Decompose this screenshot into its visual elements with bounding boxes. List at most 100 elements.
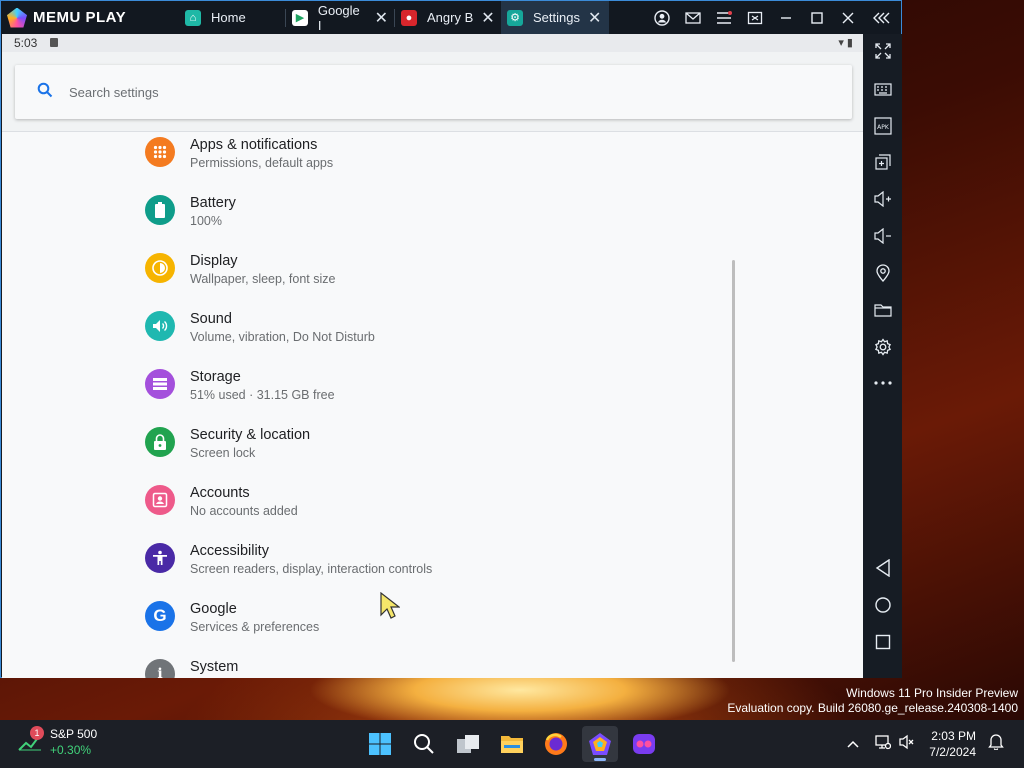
memu-logo-icon [7, 7, 27, 28]
taskbar-clock[interactable]: 2:03 PM 7/2/2024 [929, 728, 976, 760]
storage-icon [145, 369, 175, 399]
minimize-icon[interactable] [770, 1, 801, 34]
tab-home[interactable]: ⌂ Home [179, 1, 285, 34]
mouse-cursor-icon [380, 591, 401, 625]
tab-label: Settings [533, 10, 580, 25]
settings-item-subtitle: Screen lock [190, 446, 256, 460]
firefox-icon[interactable] [538, 726, 574, 762]
volume-up-icon[interactable] [863, 184, 902, 214]
settings-item-apps[interactable]: Apps & notifications Permissions, defaul… [2, 132, 732, 190]
battery-icon [145, 195, 175, 225]
settings-item-accounts[interactable]: Accounts No accounts added [2, 480, 732, 538]
tab-settings[interactable]: ⚙ Settings ✕ [501, 1, 609, 34]
search-input[interactable] [69, 84, 769, 100]
search-icon[interactable] [406, 726, 442, 762]
play-store-icon: ▶ [292, 9, 308, 26]
keyboard-icon[interactable] [863, 74, 902, 104]
settings-item-subtitle: Screen readers, display, interaction con… [190, 562, 433, 576]
close-icon[interactable] [832, 1, 863, 34]
status-time: 5:03 [14, 36, 38, 50]
tab-close-icon[interactable]: ✕ [588, 8, 601, 28]
system-tray: 2:03 PM 7/2/2024 [847, 720, 1024, 768]
settings-item-title: System [190, 659, 239, 675]
clock-date: 7/2/2024 [929, 745, 976, 759]
tab-close-icon[interactable]: ✕ [481, 8, 494, 28]
file-explorer-icon[interactable] [494, 726, 530, 762]
tab-angry-birds[interactable]: ● Angry B ✕ [395, 1, 501, 34]
settings-gear-icon: ⚙ [507, 9, 523, 26]
memu-sidebar: APK [863, 34, 902, 678]
recents-icon[interactable] [863, 627, 902, 657]
settings-item-battery[interactable]: Battery 100% [2, 190, 732, 248]
back-icon[interactable] [863, 553, 902, 583]
tab-close-icon[interactable]: ✕ [375, 8, 388, 28]
screen-icon[interactable] [739, 1, 770, 34]
settings-item-display[interactable]: Display Wallpaper, sleep, font size [2, 248, 732, 306]
title-bar: MEMU PLAY ⌂ Home ▶ Google I ✕ ● Angry B … [1, 1, 901, 34]
task-view-icon[interactable] [450, 726, 486, 762]
tab-google-play[interactable]: ▶ Google I ✕ [286, 1, 394, 34]
settings-item-sound[interactable]: Sound Volume, vibration, Do Not Disturb [2, 306, 732, 364]
svg-text:APK: APK [877, 124, 890, 131]
settings-item-subtitle: Permissions, default apps [190, 156, 334, 170]
settings-item-title: Security & location [190, 427, 311, 443]
watermark-line-2: Evaluation copy. Build 26080.ge_release.… [727, 701, 1018, 715]
show-hidden-icons-chevron-icon[interactable] [847, 735, 859, 753]
memu-icon[interactable] [582, 726, 618, 762]
memu-logo-text: MEMU PLAY [33, 9, 127, 26]
widget-badge: 1 [30, 726, 44, 740]
start-icon[interactable] [362, 726, 398, 762]
settings-item-title: Accessibility [190, 543, 269, 559]
settings-item-storage[interactable]: Storage 51% used · 31.15 GB free [2, 364, 732, 422]
maximize-icon[interactable] [801, 1, 832, 34]
wifi-battery-icon: ▾ ▮ [838, 37, 853, 49]
volume-muted-icon[interactable] [899, 734, 915, 755]
clock-time: 2:03 PM [931, 729, 976, 743]
memu-window: MEMU PLAY ⌂ Home ▶ Google I ✕ ● Angry B … [0, 0, 902, 678]
volume-down-icon[interactable] [863, 221, 902, 251]
settings-icon[interactable] [863, 332, 902, 362]
widget-value: +0.30% [50, 743, 92, 757]
tab-label: Google I [317, 2, 360, 33]
brightness-icon [145, 253, 175, 283]
widget-title: S&P 500 [50, 727, 98, 741]
network-icon[interactable] [875, 734, 892, 755]
settings-item-subtitle: No accounts added [190, 504, 298, 518]
mail-icon[interactable] [677, 1, 708, 34]
menu-icon[interactable] [708, 1, 739, 34]
settings-item-security[interactable]: Security & location Screen lock [2, 422, 732, 480]
window-controls [646, 1, 901, 34]
settings-item-system[interactable]: i System [2, 654, 732, 678]
notification-bell-icon[interactable] [988, 733, 1004, 755]
settings-item-google[interactable]: G Google Services & preferences [2, 596, 732, 654]
memu-multi-icon[interactable] [626, 726, 662, 762]
search-header [2, 52, 863, 132]
folder-icon[interactable] [863, 295, 902, 325]
settings-item-subtitle: Wallpaper, sleep, font size [190, 272, 336, 286]
angry-birds-icon: ● [401, 9, 417, 26]
lock-icon [145, 427, 175, 457]
settings-item-accessibility[interactable]: Accessibility Screen readers, display, i… [2, 538, 732, 596]
list-scrollbar[interactable] [732, 260, 735, 662]
memu-logo: MEMU PLAY [1, 7, 179, 28]
fullscreen-icon[interactable] [863, 36, 902, 66]
location-icon[interactable] [863, 258, 902, 288]
tab-label: Angry B [427, 10, 474, 25]
home-icon[interactable] [863, 590, 902, 620]
multi-window-icon[interactable] [863, 147, 902, 177]
more-icon[interactable] [863, 368, 902, 398]
settings-item-subtitle: Services & preferences [190, 620, 320, 634]
info-icon: i [145, 659, 175, 678]
google-icon: G [145, 601, 175, 631]
settings-item-title: Display [190, 253, 238, 269]
stock-widget[interactable]: 1 S&P 500 +0.30% [18, 726, 97, 758]
speaker-icon [145, 311, 175, 341]
tab-label: Home [211, 10, 246, 25]
apk-install-icon[interactable]: APK [863, 111, 902, 141]
sim-icon [50, 38, 58, 47]
account-icon[interactable] [646, 1, 677, 34]
search-bar[interactable] [15, 65, 852, 119]
apps-grid-icon [145, 137, 175, 167]
settings-item-title: Google [190, 601, 237, 617]
collapse-sidebar-icon[interactable] [863, 1, 901, 34]
